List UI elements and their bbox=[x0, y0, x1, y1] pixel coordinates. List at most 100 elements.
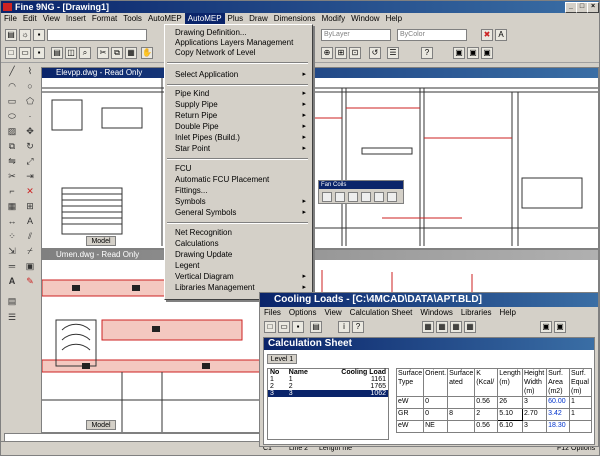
table-row[interactable]: eW 0 0.56 26 3 60.00 1 bbox=[396, 396, 592, 409]
menu-item-auto-fcu[interactable]: Automatic FCU Placement bbox=[165, 175, 310, 185]
calc-cell[interactable]: 2.70 bbox=[521, 408, 548, 421]
properties-tool-icon[interactable]: ☰ bbox=[5, 311, 19, 324]
fcu-4-icon[interactable] bbox=[361, 192, 371, 202]
cool-print-icon[interactable]: ▤ bbox=[310, 321, 322, 333]
level-tab[interactable]: Level 1 bbox=[267, 354, 297, 364]
erase-tool-icon[interactable]: ✕ bbox=[23, 185, 37, 198]
cooling-menu-calc-sheet[interactable]: Calculation Sheet bbox=[346, 307, 417, 318]
pen-tool-icon[interactable]: ✎ bbox=[23, 275, 37, 288]
break-tool-icon[interactable]: ⌿ bbox=[23, 245, 37, 258]
calc-cell[interactable]: GR bbox=[396, 408, 425, 421]
cooling-menu-view[interactable]: View bbox=[320, 307, 345, 318]
calc-cell[interactable]: 3.42 bbox=[546, 408, 570, 421]
fancoils-toolbar[interactable]: Fan Coils bbox=[318, 180, 404, 204]
table-row[interactable]: GR 0 8 2 5.10 2.70 3.42 1 bbox=[396, 408, 592, 421]
menu-item-double-pipe[interactable]: Double Pipe ▸ bbox=[165, 122, 310, 132]
tool-a-icon[interactable]: ▣ bbox=[453, 47, 465, 59]
insert-tool-icon[interactable]: ⊞ bbox=[23, 200, 37, 213]
color-combo[interactable]: ByColor bbox=[397, 29, 467, 41]
level-row-selected[interactable]: 3 3 1062 bbox=[268, 390, 388, 397]
text-tool-icon[interactable]: A bbox=[23, 215, 37, 228]
cool-tool-1-icon[interactable]: ▦ bbox=[422, 321, 434, 333]
menu-file[interactable]: File bbox=[1, 13, 20, 25]
close-button[interactable]: × bbox=[587, 2, 599, 13]
cut-icon[interactable]: ✂ bbox=[97, 47, 109, 59]
cooling-menu-libraries[interactable]: Libraries bbox=[457, 307, 496, 318]
mirror-tool-icon[interactable]: ⇋ bbox=[5, 155, 19, 168]
move-tool-icon[interactable]: ✥ bbox=[23, 125, 37, 138]
layer-combo[interactable] bbox=[47, 29, 147, 41]
cool-info-icon[interactable]: i bbox=[338, 321, 350, 333]
menu-item-drawing-update[interactable]: Drawing Update bbox=[165, 250, 310, 260]
zoom-icon[interactable]: ⊕ bbox=[321, 47, 333, 59]
new-icon[interactable]: □ bbox=[5, 47, 17, 59]
cooling-menu-windows[interactable]: Windows bbox=[416, 307, 456, 318]
cool-tool-3-icon[interactable]: ▦ bbox=[450, 321, 462, 333]
extend-tool-icon[interactable]: ⇥ bbox=[23, 170, 37, 183]
cool-tool-5-icon[interactable]: ▣ bbox=[540, 321, 552, 333]
calc-cell[interactable]: 0 bbox=[423, 408, 449, 421]
paste-icon[interactable]: ▦ bbox=[125, 47, 137, 59]
menu-item-fittings[interactable]: Fittings... bbox=[165, 186, 310, 196]
offset-tool-icon[interactable]: ⫽ bbox=[23, 230, 37, 243]
calc-cell[interactable] bbox=[447, 396, 476, 409]
cool-help-icon[interactable]: ? bbox=[352, 321, 364, 333]
find-icon[interactable]: ⌕ bbox=[79, 47, 91, 59]
calc-cell[interactable] bbox=[568, 420, 592, 433]
cool-tool-2-icon[interactable]: ▦ bbox=[436, 321, 448, 333]
array-tool-icon[interactable]: ⁘ bbox=[5, 230, 19, 243]
trim-tool-icon[interactable]: ✂ bbox=[5, 170, 19, 183]
menu-item-fcu[interactable]: FCU bbox=[165, 164, 310, 174]
scale-tool-icon[interactable]: ⤢ bbox=[23, 155, 37, 168]
menu-item-general-symbols[interactable]: General Symbols ▸ bbox=[165, 208, 310, 218]
calc-cell[interactable]: 0 bbox=[423, 396, 449, 409]
preview-icon[interactable]: ◫ bbox=[65, 47, 77, 59]
menu-item-vertical-diagram[interactable]: Vertical Diagram ▸ bbox=[165, 272, 310, 282]
menu-item-star-point[interactable]: Star Point ▸ bbox=[165, 144, 310, 154]
menu-item-net-recognition[interactable]: Net Recognition bbox=[165, 228, 310, 238]
menu-view[interactable]: View bbox=[40, 13, 63, 25]
menu-item-supply-pipe[interactable]: Supply Pipe ▸ bbox=[165, 100, 310, 110]
cool-tool-4-icon[interactable]: ▦ bbox=[464, 321, 476, 333]
calc-cell[interactable]: NE bbox=[423, 420, 449, 433]
rect-tool-icon[interactable]: ▭ bbox=[5, 95, 19, 108]
menu-edit[interactable]: Edit bbox=[20, 13, 40, 25]
properties-icon[interactable]: ☰ bbox=[387, 47, 399, 59]
cooling-menu-files[interactable]: Files bbox=[260, 307, 285, 318]
zoom-window-icon[interactable]: ⊞ bbox=[335, 47, 347, 59]
tool-c-icon[interactable]: ▣ bbox=[481, 47, 493, 59]
point-tool-icon[interactable]: · bbox=[23, 110, 37, 123]
save-icon[interactable]: ▪ bbox=[33, 47, 45, 59]
calc-cell[interactable]: 0.56 bbox=[474, 396, 499, 409]
fcu-1-icon[interactable] bbox=[322, 192, 332, 202]
poly-tool-icon[interactable]: ⬠ bbox=[23, 95, 37, 108]
calc-cell[interactable]: 0.56 bbox=[474, 420, 499, 433]
calc-cell[interactable]: 1 bbox=[568, 408, 592, 421]
calc-cell-editing[interactable]: 5.10 bbox=[497, 408, 523, 421]
pline-tool-icon[interactable]: ⌇ bbox=[23, 65, 37, 78]
redraw-icon[interactable]: ↺ bbox=[369, 47, 381, 59]
ellipse-tool-icon[interactable]: ⬭ bbox=[5, 110, 19, 123]
zoom-all-icon[interactable]: ⊡ bbox=[349, 47, 361, 59]
fillet-tool-icon[interactable]: ⌐ bbox=[5, 185, 19, 198]
menu-window[interactable]: Window bbox=[348, 13, 382, 25]
linetype-combo[interactable]: ByLayer bbox=[321, 29, 391, 41]
hatch-tool-icon[interactable]: ▨ bbox=[5, 125, 19, 138]
rotate-tool-icon[interactable]: ↻ bbox=[23, 140, 37, 153]
bulb-icon[interactable]: ☼ bbox=[19, 29, 31, 41]
menu-item-drawing-definition[interactable]: Drawing Definition... bbox=[165, 28, 310, 38]
fcu-3-icon[interactable] bbox=[348, 192, 358, 202]
menu-insert[interactable]: Insert bbox=[63, 13, 89, 25]
menu-modify[interactable]: Modify bbox=[319, 13, 349, 25]
calc-cell[interactable]: eW bbox=[396, 420, 425, 433]
menu-format[interactable]: Format bbox=[89, 13, 120, 25]
top-drawing-window[interactable]: Elevpp.dwg - Read Only Fan Coils Model bbox=[41, 67, 599, 249]
circle-tool-icon[interactable]: ○ bbox=[23, 80, 37, 93]
table-row[interactable]: eW NE 0.56 6.10 3 18.30 bbox=[396, 420, 592, 433]
cooling-menu-options[interactable]: Options bbox=[285, 307, 321, 318]
calc-cell[interactable]: 26 bbox=[497, 396, 523, 409]
menu-item-inlet-pipes[interactable]: Inlet Pipes (Build.) ▸ bbox=[165, 133, 310, 143]
fcu-2-icon[interactable] bbox=[335, 192, 345, 202]
calc-cell[interactable]: 3 bbox=[521, 420, 548, 433]
cooling-menu-help[interactable]: Help bbox=[496, 307, 520, 318]
